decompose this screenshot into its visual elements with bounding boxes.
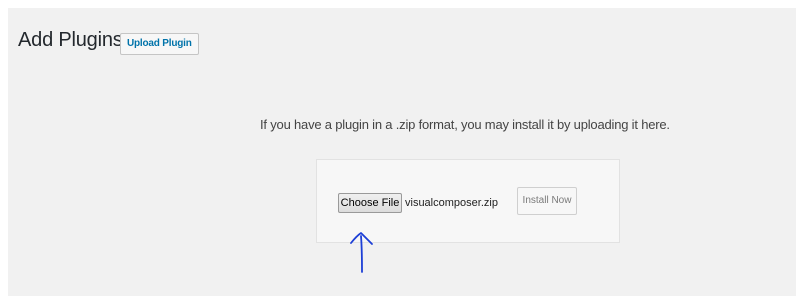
screenshot-canvas: Add Plugins Upload Plugin If you have a …: [0, 0, 796, 304]
selected-file-name: visualcomposer.zip: [405, 197, 498, 209]
choose-file-button[interactable]: Choose File: [338, 193, 402, 213]
upload-plugin-button[interactable]: Upload Plugin: [120, 33, 199, 55]
arrow-shaft: [360, 235, 363, 273]
upload-help-text: If you have a plugin in a .zip format, y…: [260, 117, 670, 132]
install-now-button[interactable]: Install Now: [517, 187, 577, 215]
page-title: Add Plugins: [18, 29, 123, 51]
hand-drawn-up-arrow-icon: [350, 232, 373, 273]
admin-content-panel: Add Plugins Upload Plugin: [8, 8, 796, 296]
